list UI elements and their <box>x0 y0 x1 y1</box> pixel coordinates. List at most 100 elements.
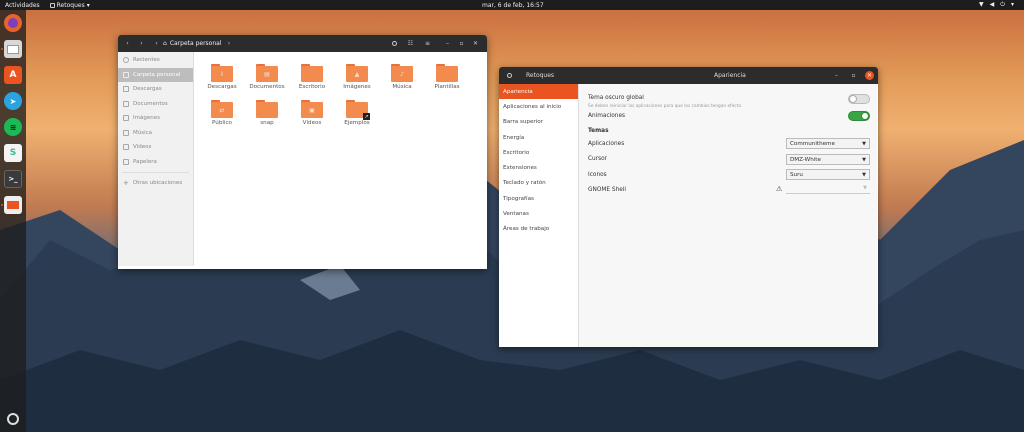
dark-theme-toggle[interactable] <box>848 94 870 104</box>
path-next-button[interactable]: › <box>225 39 234 48</box>
folder-item[interactable]: ▣ Vídeos <box>292 100 332 126</box>
folder-item[interactable]: ⇄ Público <box>202 100 242 126</box>
cursor-theme-select[interactable]: DMZ-White ▼ <box>786 154 870 165</box>
documents-folder-icon: ▤ <box>256 64 278 82</box>
dark-theme-label: Tema oscuro global <box>588 95 644 101</box>
cursor-theme-label: Cursor <box>588 156 608 162</box>
sidebar-item-imagenes[interactable]: Imágenes <box>118 111 193 126</box>
dock-tweaks[interactable] <box>4 196 22 214</box>
sidebar-item-label: Carpeta personal <box>133 71 181 78</box>
folder-item[interactable]: Plantillas <box>427 64 467 90</box>
icons-theme-select[interactable]: Suru ▼ <box>786 169 870 180</box>
close-button[interactable]: ✕ <box>471 39 480 48</box>
tweaks-icon <box>7 201 19 209</box>
folder-item[interactable]: ▤ Documentos <box>247 64 287 90</box>
dock-spotify[interactable]: ≋ <box>4 118 22 136</box>
back-button[interactable]: ‹ <box>123 39 132 48</box>
folder-item[interactable]: Escritorio <box>292 64 332 90</box>
themes-header: Temas <box>588 128 609 134</box>
select-value: DMZ-White <box>790 156 821 163</box>
minimize-button[interactable]: – <box>832 71 841 80</box>
spotify-icon: ≋ <box>9 122 17 132</box>
dock-firefox[interactable] <box>4 14 22 32</box>
close-button[interactable]: ✕ <box>865 71 874 80</box>
sidebar-item-aplicaciones-al-inicio[interactable]: Aplicaciones al inicio <box>499 99 578 114</box>
image-icon <box>123 115 129 122</box>
folder-label: Imágenes <box>343 84 371 90</box>
folder-icon <box>256 100 278 118</box>
folder-item[interactable]: ♪ Música <box>382 64 422 90</box>
document-icon <box>123 100 129 107</box>
folder-item[interactable]: ⇩ Descargas <box>202 64 242 90</box>
chevron-down-icon: ▾ <box>86 1 90 9</box>
clock[interactable]: mar, 6 de feb, 16:57 <box>482 2 544 9</box>
maximize-button[interactable]: ▫ <box>849 71 858 80</box>
sidebar-item-videos[interactable]: Vídeos <box>118 140 193 155</box>
tweaks-window: Retoques Apariencia – ▫ ✕ Apariencia Apl… <box>499 67 878 347</box>
sidebar-item-documentos[interactable]: Documentos <box>118 97 193 112</box>
public-folder-icon: ⇄ <box>211 100 233 118</box>
videos-folder-icon: ▣ <box>301 100 323 118</box>
dock-files[interactable] <box>4 40 22 58</box>
tweaks-headerbar: Retoques Apariencia – ▫ ✕ <box>499 67 878 84</box>
symlink-arrow-icon: ↗ <box>363 113 370 120</box>
dock-slack[interactable]: S <box>4 144 22 162</box>
folder-label: Descargas <box>207 84 237 90</box>
path-prev-button[interactable]: ‹ <box>152 39 161 48</box>
sidebar-item-carpeta-personal[interactable]: Carpeta personal <box>118 67 193 82</box>
slack-icon: S <box>9 148 17 158</box>
toggle-knob <box>849 95 857 103</box>
dock-terminal[interactable]: >_ <box>4 170 22 188</box>
sidebar-item-otras-ubicaciones[interactable]: + Otras ubicaciones <box>118 176 193 191</box>
forward-button[interactable]: › <box>137 39 146 48</box>
folder-item[interactable]: ↗ Ejemplos <box>337 100 377 126</box>
toggle-knob <box>861 112 869 120</box>
sidebar-item-extensiones[interactable]: Extensiones <box>499 160 578 175</box>
dock-telegram[interactable]: ➤ <box>4 92 22 110</box>
sidebar-item-teclado-y-raton[interactable]: Teclado y ratón <box>499 176 578 191</box>
app-menu[interactable]: Retoques ▾ <box>49 1 90 9</box>
chevron-down-icon: ▾ <box>1010 1 1014 8</box>
system-tray[interactable]: ▼ ◀ ⏻ ▾ <box>979 1 1014 9</box>
applications-theme-select[interactable]: Communitheme ▼ <box>786 138 870 149</box>
folder-item[interactable]: snap <box>247 100 287 126</box>
search-button[interactable] <box>390 39 399 48</box>
view-toggle-button[interactable]: ☷ <box>406 39 415 48</box>
wifi-icon: ▼ <box>978 1 984 8</box>
home-icon <box>123 71 129 78</box>
menu-button[interactable]: ≡ <box>423 39 432 48</box>
sidebar-item-escritorio[interactable]: Escritorio <box>499 145 578 160</box>
shell-theme-select[interactable]: ▼ <box>786 183 870 194</box>
sidebar-item-energia[interactable]: Energía <box>499 130 578 145</box>
minimize-button[interactable]: – <box>443 39 452 48</box>
ubuntu-logo-icon <box>7 413 19 425</box>
icons-theme-label: Iconos <box>588 172 607 178</box>
animations-toggle[interactable] <box>848 111 870 121</box>
folder-label: Ejemplos <box>344 120 370 126</box>
activities-button[interactable]: Actividades <box>5 2 40 9</box>
telegram-icon: ➤ <box>9 96 17 106</box>
music-folder-icon: ♪ <box>391 64 413 82</box>
sidebar-item-papelera[interactable]: Papelera <box>118 155 193 170</box>
sidebar-item-tipografias[interactable]: Tipografías <box>499 191 578 206</box>
sidebar-item-recientes[interactable]: Recientes <box>118 53 193 68</box>
folder-label: snap <box>260 120 274 126</box>
sidebar-item-ventanas[interactable]: Ventanas <box>499 206 578 221</box>
dock-software[interactable]: A <box>4 66 22 84</box>
maximize-button[interactable]: ▫ <box>457 39 466 48</box>
running-indicator <box>1 48 3 50</box>
software-icon: A <box>9 70 17 80</box>
tweaks-panel-title: Apariencia <box>714 72 746 79</box>
sidebar-item-descargas[interactable]: Descargas <box>118 82 193 97</box>
folder-item[interactable]: ▲ Imágenes <box>337 64 377 90</box>
sidebar-item-areas-de-trabajo[interactable]: Áreas de trabajo <box>499 222 578 237</box>
sidebar-divider <box>122 172 189 173</box>
sidebar-item-musica[interactable]: Música <box>118 126 193 141</box>
show-applications-button[interactable] <box>4 410 22 428</box>
top-bar: Actividades Retoques ▾ mar, 6 de feb, 16… <box>0 0 1024 10</box>
search-button[interactable] <box>505 71 514 80</box>
sidebar-item-apariencia[interactable]: Apariencia <box>499 84 578 100</box>
sidebar-item-barra-superior[interactable]: Barra superior <box>499 115 578 130</box>
applications-theme-label: Aplicaciones <box>588 141 625 147</box>
path-bar-home[interactable]: ⌂ Carpeta personal <box>163 40 222 47</box>
